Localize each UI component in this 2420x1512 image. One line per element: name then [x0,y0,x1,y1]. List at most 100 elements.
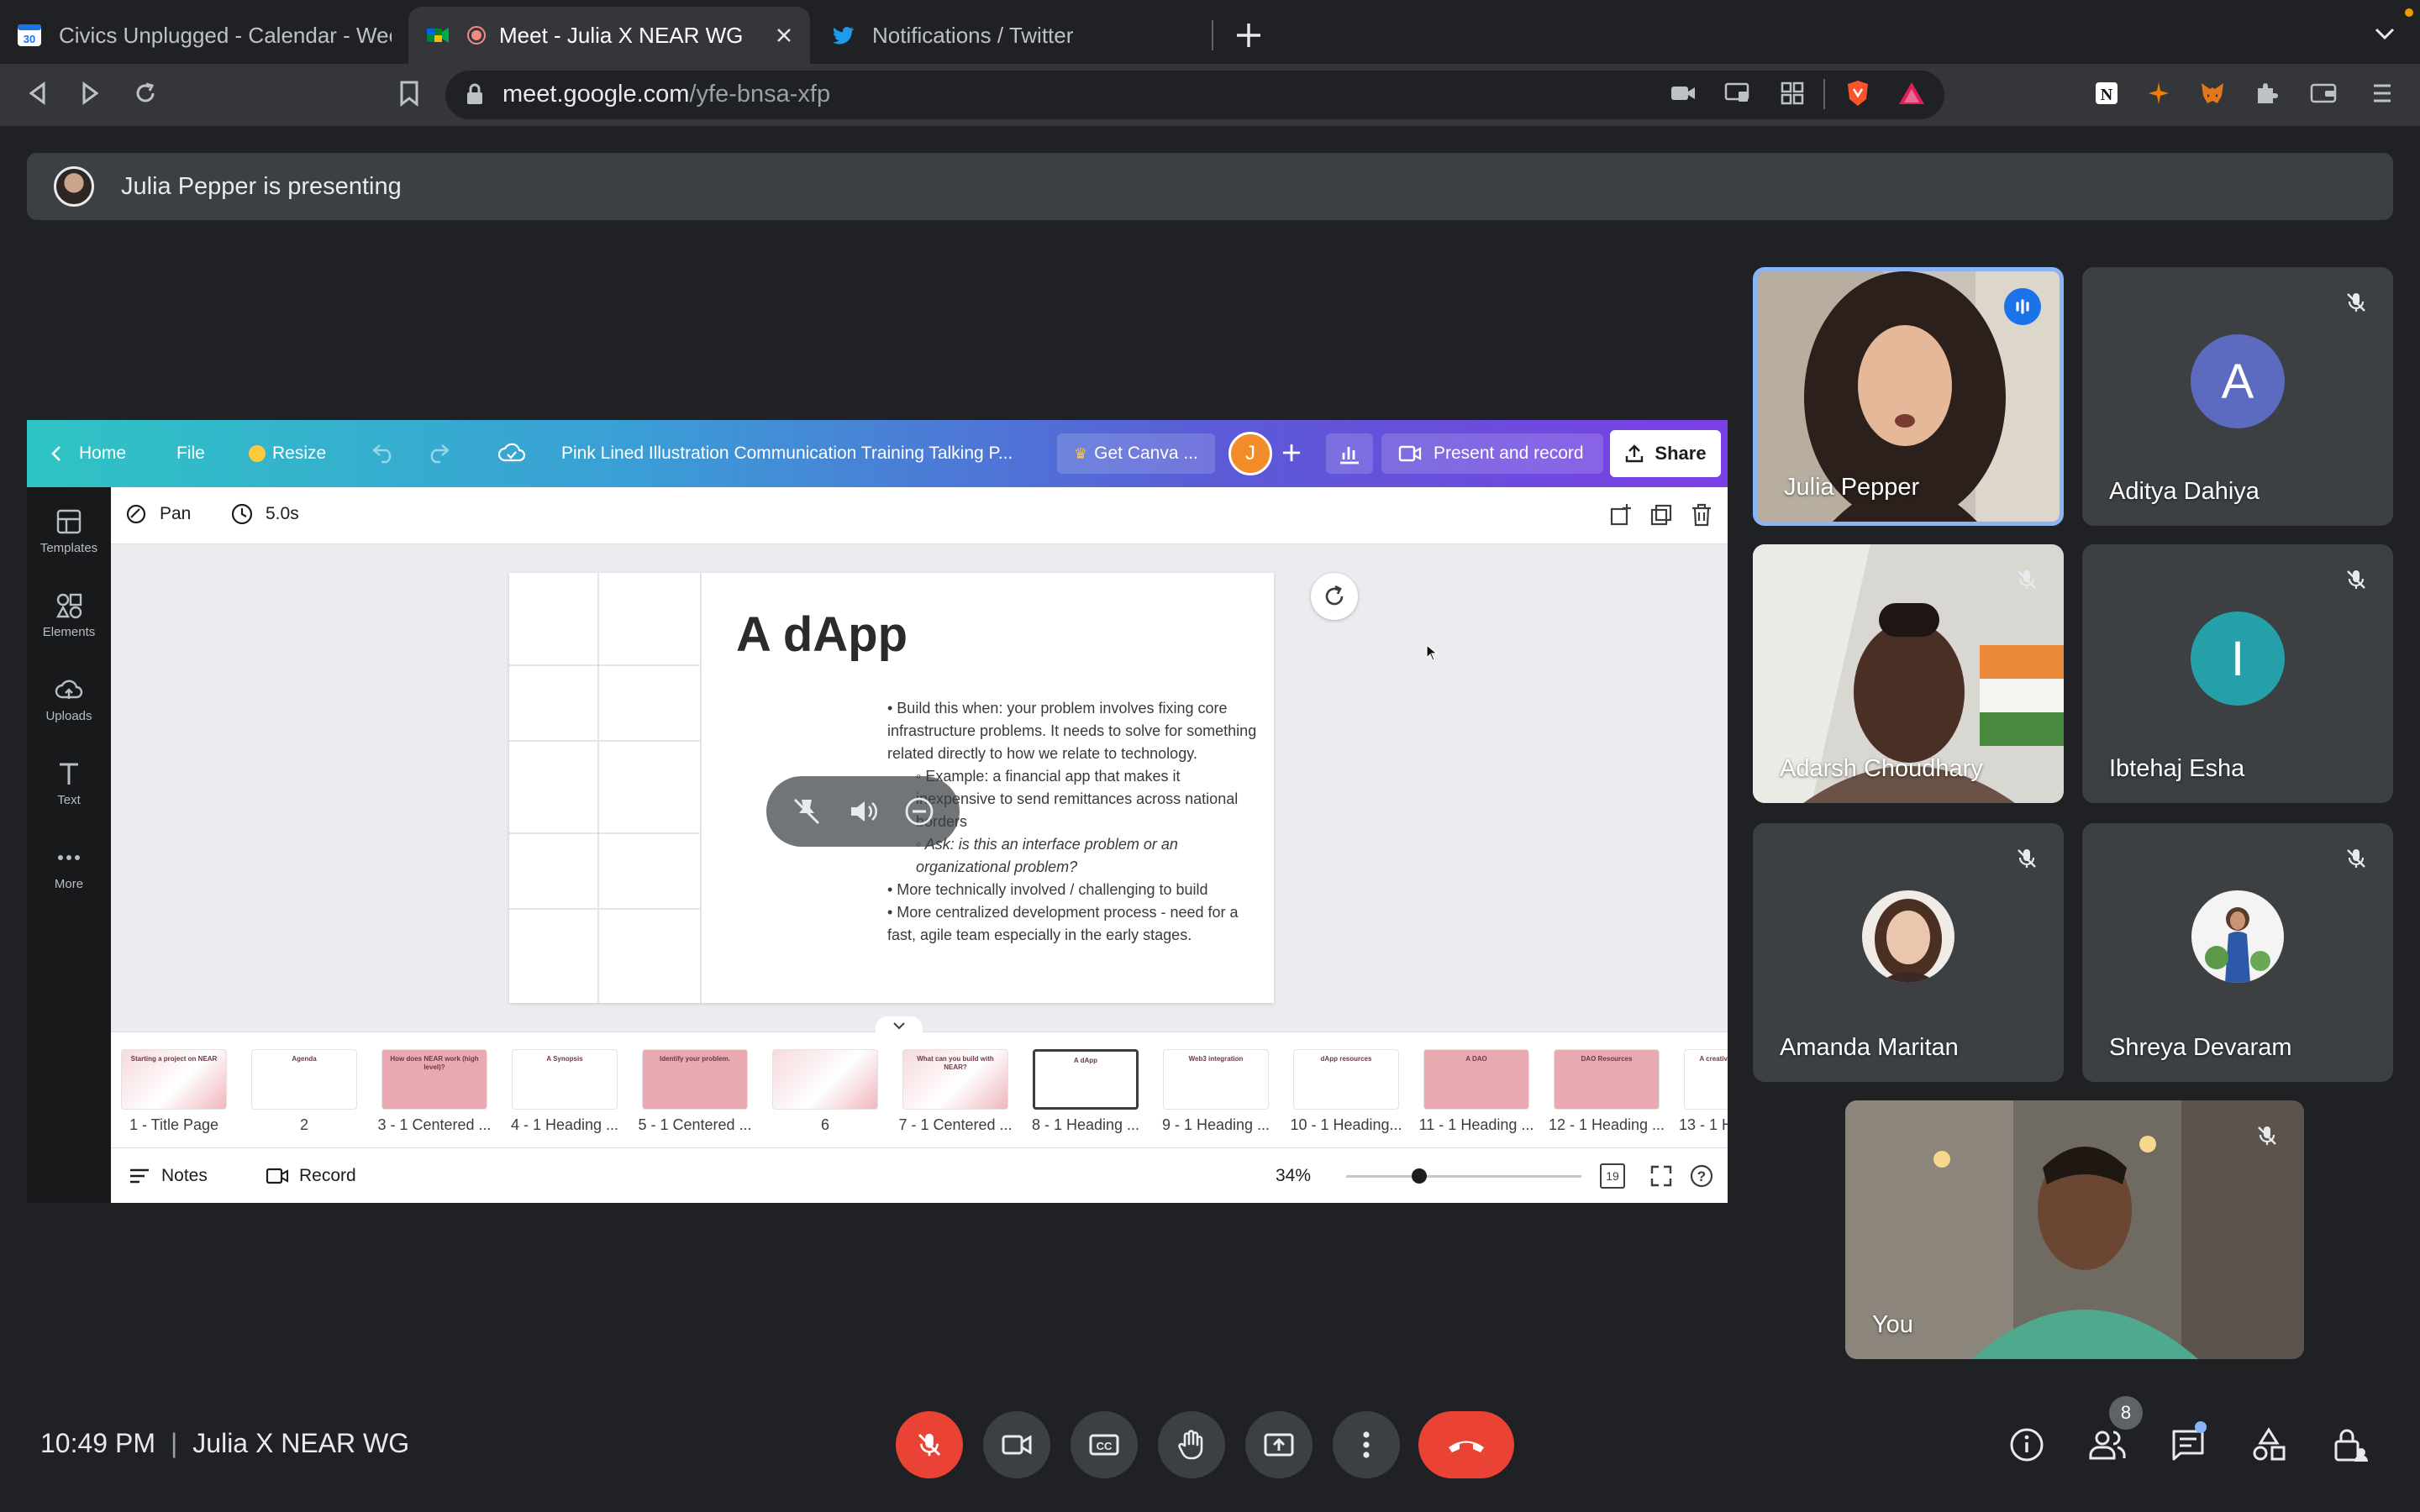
extensions-puzzle-icon[interactable] [2249,76,2284,111]
participant-name: You [1872,1311,1913,1338]
reload-icon[interactable] [128,76,163,111]
canva-file-menu[interactable]: File [176,420,205,487]
camera-in-use-icon[interactable] [1665,76,1701,111]
help-icon[interactable]: ? [1689,1163,1714,1189]
slide-bullet: • More centralized development process -… [887,904,1239,943]
slide-thumbnail[interactable]: Agenda [251,1049,357,1110]
participant-initial-avatar: I [2191,612,2285,706]
canva-share-button[interactable]: Share [1610,430,1721,477]
side-templates[interactable]: Templates [27,507,111,555]
record-button[interactable]: Record [266,1148,356,1203]
cloud-saved-icon[interactable] [497,442,526,464]
lock-icon[interactable] [466,82,484,106]
fullscreen-icon[interactable] [1649,1163,1674,1189]
side-more[interactable]: More [27,843,111,891]
present-screen-button[interactable] [1245,1411,1313,1478]
notion-extension-icon[interactable]: N [2089,76,2124,111]
cast-icon[interactable] [1719,76,1754,111]
metamask-extension-icon[interactable] [2195,76,2230,111]
slide-thumbnail[interactable]: A creative / NFT project [1684,1049,1728,1110]
host-controls-button[interactable] [2328,1423,2371,1467]
meeting-details-button[interactable] [2005,1423,2049,1467]
tab-meet[interactable]: Meet - Julia X NEAR WG [408,7,810,64]
leave-call-button[interactable] [1418,1411,1514,1478]
tab-calendar[interactable]: 30 Civics Unplugged - Calendar - Week [0,7,408,64]
back-icon[interactable] [20,76,55,111]
duplicate-page-icon[interactable] [1649,502,1674,528]
zoom-slider-track[interactable] [1346,1175,1581,1178]
unpin-icon[interactable] [790,795,823,828]
brave-shields-icon[interactable] [1840,76,1876,111]
slide-thumbnail[interactable]: Web3 integration [1163,1049,1269,1110]
slide-thumbnail[interactable]: A DAO [1423,1049,1529,1110]
redo-icon[interactable] [425,442,450,464]
canva-doc-title[interactable]: Pink Lined Illustration Communication Tr… [561,420,1065,487]
slide-thumbnail[interactable]: A dApp [1033,1049,1139,1110]
participant-tile[interactable]: I Ibtehaj Esha [2082,544,2393,803]
activities-button[interactable] [2247,1423,2291,1467]
camera-button[interactable] [983,1411,1050,1478]
closed-captions-icon: CC [1089,1434,1119,1456]
delete-page-icon[interactable] [1689,502,1714,528]
participant-tile[interactable]: Amanda Maritan [1753,823,2064,1082]
participant-name: Shreya Devaram [2109,1034,2292,1061]
captions-button[interactable]: CC [1071,1411,1138,1478]
brave-rewards-icon[interactable] [1894,76,1929,111]
add-collaborator-icon[interactable] [1279,440,1304,465]
browser-menu-icon[interactable] [2365,76,2400,111]
self-view-tile[interactable]: You [1845,1100,2304,1359]
insights-button[interactable] [1326,433,1373,474]
participant-tile[interactable]: A Aditya Dahiya [2082,267,2393,526]
forward-icon[interactable] [72,76,108,111]
minimize-icon[interactable] [902,795,936,828]
raise-hand-button[interactable] [1158,1411,1225,1478]
new-tab-icon[interactable] [1232,18,1265,52]
present-and-record-button[interactable]: Present and record [1381,433,1603,474]
wallet-icon[interactable] [2306,76,2341,111]
undo-icon[interactable] [371,442,397,464]
microphone-button[interactable] [896,1411,963,1478]
bookmark-icon[interactable] [392,76,427,111]
notes-button[interactable]: Notes [128,1148,208,1203]
slide-thumbnail[interactable]: Starting a project on NEAR [121,1049,227,1110]
page-count-button[interactable]: 19 [1600,1163,1625,1189]
slide-thumbnail[interactable]: dApp resources [1293,1049,1399,1110]
slide-thumbnail[interactable] [772,1049,878,1110]
canva-home-button[interactable]: Home [49,420,126,487]
mic-muted-icon [2338,284,2375,321]
more-vert-icon [1363,1431,1370,1458]
thumbnail-label: 13 - 1 Heading ... [1678,1116,1728,1133]
participant-tile[interactable]: Shreya Devaram [2082,823,2393,1082]
slide-thumbnail[interactable]: DAO Resources [1554,1049,1660,1110]
participant-tile[interactable]: Julia Pepper [1753,267,2064,526]
slide-thumbnail[interactable]: How does NEAR work (high level)? [381,1049,487,1110]
slide-thumbnail[interactable]: What can you build with NEAR? [902,1049,1008,1110]
collapse-filmstrip-icon[interactable] [876,1016,923,1035]
canva-user-avatar[interactable]: J [1228,432,1272,475]
install-app-icon[interactable] [1775,76,1810,111]
zoom-percentage[interactable]: 34% [1276,1148,1311,1203]
tab-twitter[interactable]: Notifications / Twitter [813,7,1208,64]
people-icon [2089,1431,2126,1460]
thumbnail-label: 12 - 1 Heading ... [1548,1116,1665,1133]
tab-search-chevron-icon[interactable] [2373,25,2396,42]
zoom-slider-knob[interactable] [1411,1168,1427,1184]
pan-button[interactable]: Pan [124,502,191,526]
sparkle-extension-icon[interactable] [2141,76,2176,111]
slide-thumbnail[interactable]: Identify your problem. [642,1049,748,1110]
side-text[interactable]: Text [27,759,111,807]
slide-thumbnail[interactable]: A Synopsis [512,1049,618,1110]
participant-tile[interactable]: Adarsh Choudhary [1753,544,2064,803]
side-uploads[interactable]: Uploads [27,675,111,723]
add-page-icon[interactable] [1608,502,1634,528]
side-elements[interactable]: Elements [27,591,111,639]
speaker-volume-icon[interactable] [846,795,880,828]
timing-button[interactable]: 5.0s [230,502,299,526]
more-options-button[interactable] [1333,1411,1400,1478]
slide-refresh-button[interactable] [1311,573,1358,620]
canva-resize-button[interactable]: Resize [249,420,326,487]
close-tab-icon[interactable] [775,26,793,45]
get-canva-pro-button[interactable]: ♛ Get Canva ... [1057,433,1215,474]
notes-icon [130,1168,149,1184]
url-text[interactable]: meet.google.com/yfe-bnsa-xfp [502,81,830,108]
